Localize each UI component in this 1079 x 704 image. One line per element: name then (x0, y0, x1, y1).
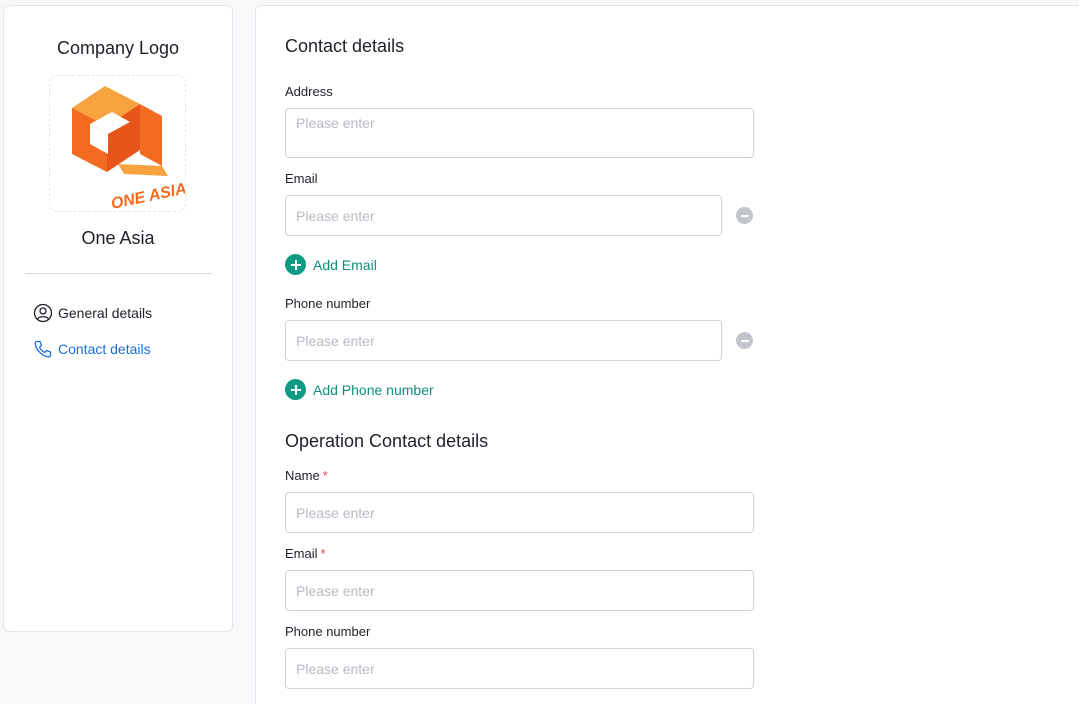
add-email-label: Add Email (313, 256, 377, 273)
phone-input[interactable] (285, 320, 722, 361)
phone-icon (34, 340, 52, 358)
main-panel: Contact details Address Email Add Email … (255, 5, 1079, 704)
sidebar: Company Logo ONE ASIA One Asia General d… (3, 5, 233, 632)
contact-details-title: Contact details (285, 36, 405, 56)
address-input[interactable] (285, 108, 754, 158)
address-label: Address (285, 84, 333, 99)
phone-label: Phone number (285, 296, 371, 311)
divider (25, 273, 212, 274)
logo-text: ONE ASIA (110, 180, 186, 212)
required-mark: * (322, 468, 328, 483)
user-circle-icon (33, 303, 53, 323)
operation-name-label-text: Name (285, 468, 320, 483)
add-phone-button[interactable]: Add Phone number (285, 379, 434, 400)
nav-general-label: General details (58, 305, 153, 321)
operation-phone-input[interactable] (285, 648, 754, 689)
nav-general-details[interactable]: General details (33, 303, 152, 323)
operation-contact-title: Operation Contact details (285, 431, 489, 451)
plus-circle-icon (285, 254, 306, 275)
operation-email-label: Email * (285, 546, 326, 561)
company-logo-upload[interactable]: ONE ASIA (49, 75, 186, 212)
nav-contact-details[interactable]: Contact details (33, 339, 151, 359)
company-name: One Asia (81, 228, 155, 248)
email-label: Email (285, 171, 318, 186)
minus-icon (740, 214, 749, 217)
required-mark: * (320, 546, 326, 561)
operation-phone-label: Phone number (285, 624, 371, 639)
email-input[interactable] (285, 195, 722, 236)
remove-phone-button[interactable] (736, 332, 753, 349)
add-phone-label: Add Phone number (313, 381, 434, 398)
operation-email-label-text: Email (285, 546, 318, 561)
nav-contact-label: Contact details (58, 341, 151, 357)
logo-title: Company Logo (56, 38, 180, 58)
remove-email-button[interactable] (736, 207, 753, 224)
minus-icon (740, 339, 749, 342)
add-email-button[interactable]: Add Email (285, 254, 377, 275)
company-logo: ONE ASIA (72, 86, 186, 212)
operation-email-input[interactable] (285, 570, 754, 611)
operation-name-label: Name * (285, 468, 328, 483)
plus-circle-icon (285, 379, 306, 400)
operation-name-input[interactable] (285, 492, 754, 533)
